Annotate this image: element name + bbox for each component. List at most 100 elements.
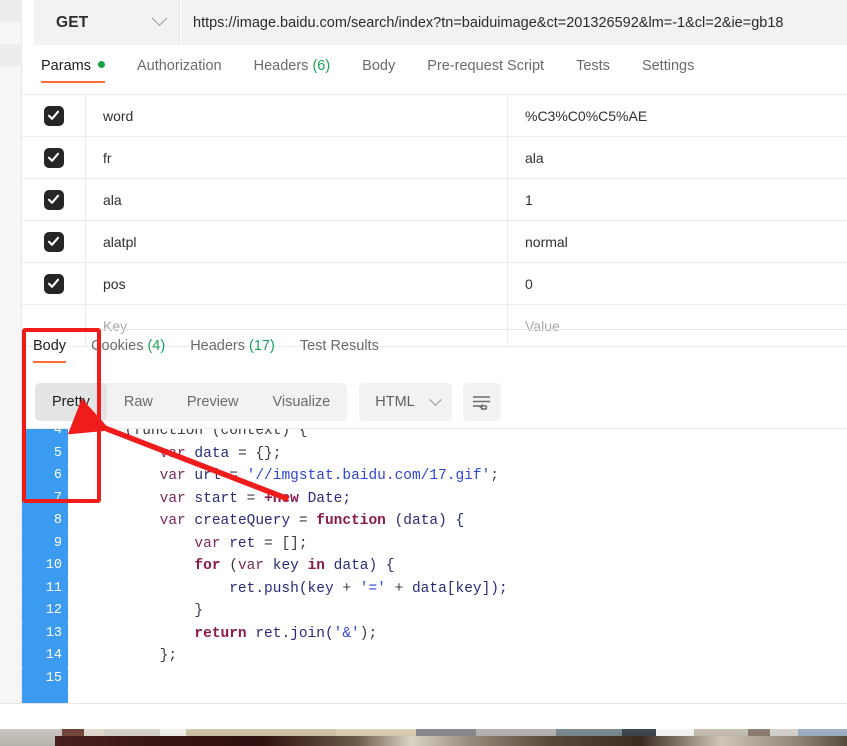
code-token: data[key]); [411, 580, 508, 597]
code-line-number: 5 [22, 442, 68, 465]
response-tab-cookies[interactable]: Cookies (4) [91, 338, 165, 363]
code-line-text: (function (context) { [90, 428, 308, 443]
param-value-text: 0 [525, 275, 533, 292]
param-value-input[interactable]: normal [508, 221, 847, 262]
param-enabled-checkbox[interactable] [43, 189, 64, 210]
code-token: function [316, 513, 386, 529]
code-token: var [237, 558, 265, 574]
param-key-text: alatpl [103, 233, 137, 250]
code-line-text: } [90, 600, 203, 623]
code-token: = [298, 513, 317, 529]
code-line: 13 return ret.join('&'); [22, 622, 847, 646]
table-row[interactable]: ala 1 [22, 179, 847, 221]
http-method-select[interactable]: GET [34, 0, 180, 45]
chevron-down-icon [428, 392, 442, 406]
param-enabled-cell[interactable] [22, 95, 86, 136]
check-icon [47, 236, 60, 246]
check-icon [47, 278, 60, 288]
view-mode-raw[interactable]: Raw [107, 383, 170, 421]
code-fold-gutter [68, 623, 90, 646]
code-token: '//imgstat.baidu.com/17.gif' [246, 468, 491, 484]
response-tab-count: (17) [245, 338, 275, 354]
param-value-input[interactable]: ala [508, 137, 847, 178]
view-mode-pretty[interactable]: Pretty [35, 383, 107, 421]
param-value-text: %C3%C0%C5%AE [525, 107, 648, 124]
param-key-input[interactable]: fr [86, 137, 508, 178]
request-tab-authorization[interactable]: Authorization [137, 58, 222, 83]
response-tab-headers[interactable]: Headers (17) [190, 338, 275, 363]
code-line-text: ret.push(key + '=' + data[key]); [90, 578, 508, 601]
request-tab-settings[interactable]: Settings [642, 58, 694, 83]
code-line-text: var ret = []; [90, 533, 308, 556]
wrap-lines-button[interactable] [462, 383, 501, 421]
code-token: for [194, 558, 221, 574]
view-mode-visualize[interactable]: Visualize [255, 383, 347, 421]
param-value-input[interactable]: 1 [508, 179, 847, 220]
param-key-input[interactable]: ala [86, 179, 508, 220]
code-line: 11 ret.push(key + '=' + data[key]); [22, 577, 847, 601]
request-tab-pre-request-script[interactable]: Pre-request Script [427, 58, 544, 83]
param-enabled-cell[interactable] [22, 179, 86, 220]
param-key-text: word [103, 107, 134, 124]
code-token: key [264, 558, 308, 574]
request-tab-tests[interactable]: Tests [576, 58, 610, 83]
request-tab-headers[interactable]: Headers (6) [254, 58, 331, 83]
bottom-pane-divider [0, 703, 847, 704]
response-format-select[interactable]: HTML [359, 383, 452, 421]
code-token: ret.join( [246, 625, 334, 642]
param-enabled-cell[interactable] [22, 221, 86, 262]
code-line-number: 11 [22, 577, 68, 600]
gutter-block-mid [0, 44, 22, 66]
code-token: = [229, 468, 247, 484]
postman-window: GET https://image.baidu.com/search/index… [0, 0, 847, 746]
request-url-input[interactable]: https://image.baidu.com/search/index?tn=… [181, 0, 847, 45]
table-row[interactable]: alatpl normal [22, 221, 847, 263]
code-line: 14 }; [22, 645, 847, 668]
code-token: = [237, 445, 256, 462]
param-enabled-checkbox[interactable] [43, 105, 64, 126]
code-token: var [159, 468, 186, 484]
view-mode-preview[interactable]: Preview [170, 383, 256, 421]
code-token: start [185, 490, 247, 507]
code-token: {}; [255, 445, 282, 462]
table-row[interactable]: fr ala [22, 137, 847, 179]
code-fold-gutter [68, 555, 90, 578]
table-row[interactable]: pos 0 [22, 263, 847, 305]
param-key-input[interactable]: pos [86, 263, 508, 304]
param-key-input[interactable]: alatpl [86, 221, 508, 262]
param-enabled-checkbox[interactable] [43, 273, 64, 294]
code-line-number: 6 [22, 465, 68, 488]
code-token: (function (context) { [90, 428, 308, 439]
code-token: createQuery [185, 513, 299, 529]
param-enabled-cell[interactable] [22, 263, 86, 304]
param-enabled-checkbox[interactable] [43, 231, 64, 252]
code-token: var [159, 445, 186, 462]
request-tab-params[interactable]: Params [41, 58, 105, 83]
param-value-input[interactable]: %C3%C0%C5%AE [508, 95, 847, 136]
response-tab-label: Headers [190, 338, 246, 354]
code-token: var [159, 490, 186, 507]
code-token: []; [281, 535, 308, 552]
param-key-text: ala [103, 191, 122, 208]
code-token: push [264, 580, 299, 597]
code-token: = [264, 535, 282, 552]
app-left-gutter [0, 0, 22, 746]
code-line-number: 15 [22, 667, 68, 690]
param-enabled-cell[interactable] [22, 137, 86, 178]
request-tab-label: Authorization [136, 58, 222, 74]
code-fold-gutter [68, 510, 90, 533]
request-tab-body[interactable]: Body [362, 58, 395, 83]
param-value-input[interactable]: 0 [508, 263, 847, 304]
response-tab-test-results[interactable]: Test Results [300, 338, 379, 363]
response-body-code-viewer[interactable]: 4 (function (context) {5 var data = {}; 6… [22, 428, 847, 703]
code-line-text: var start = +new Date; [90, 488, 351, 511]
params-modified-dot-icon [97, 61, 105, 68]
table-row[interactable]: word %C3%C0%C5%AE [22, 95, 847, 137]
response-tab-body[interactable]: Body [33, 338, 67, 363]
code-line-text: for (var key in data) { [90, 555, 394, 578]
param-key-input[interactable]: word [86, 95, 508, 136]
view-mode-label: Preview [186, 394, 239, 410]
param-enabled-checkbox[interactable] [43, 147, 64, 168]
code-fold-gutter [68, 690, 90, 703]
code-token: +new [264, 490, 299, 507]
